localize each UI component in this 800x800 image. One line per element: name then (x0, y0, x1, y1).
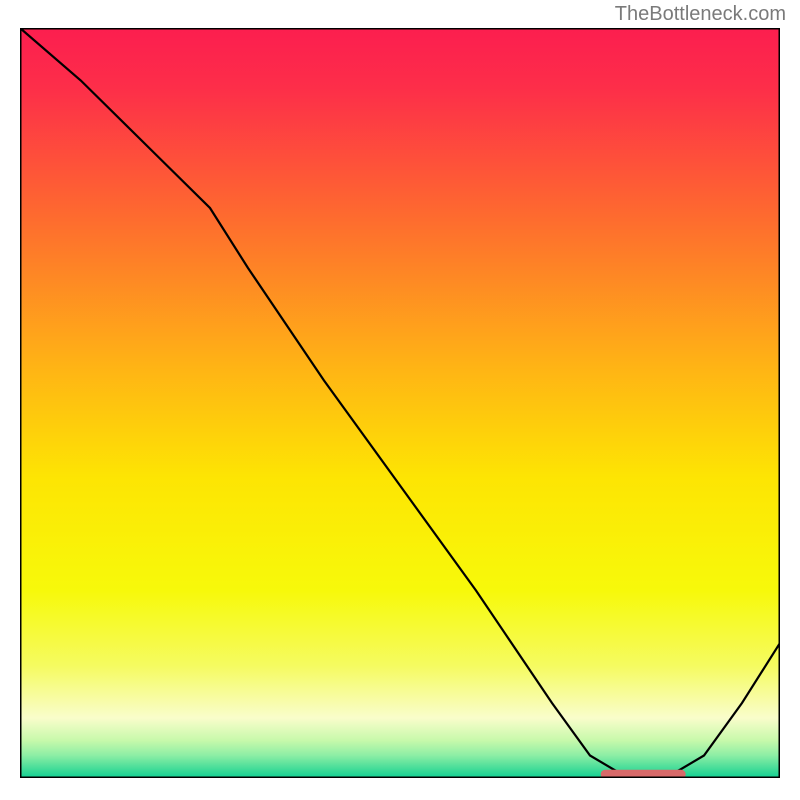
bottleneck-chart (20, 28, 780, 778)
attribution-label: TheBottleneck.com (615, 3, 786, 26)
chart-container (20, 28, 780, 778)
gradient-background (20, 28, 780, 778)
